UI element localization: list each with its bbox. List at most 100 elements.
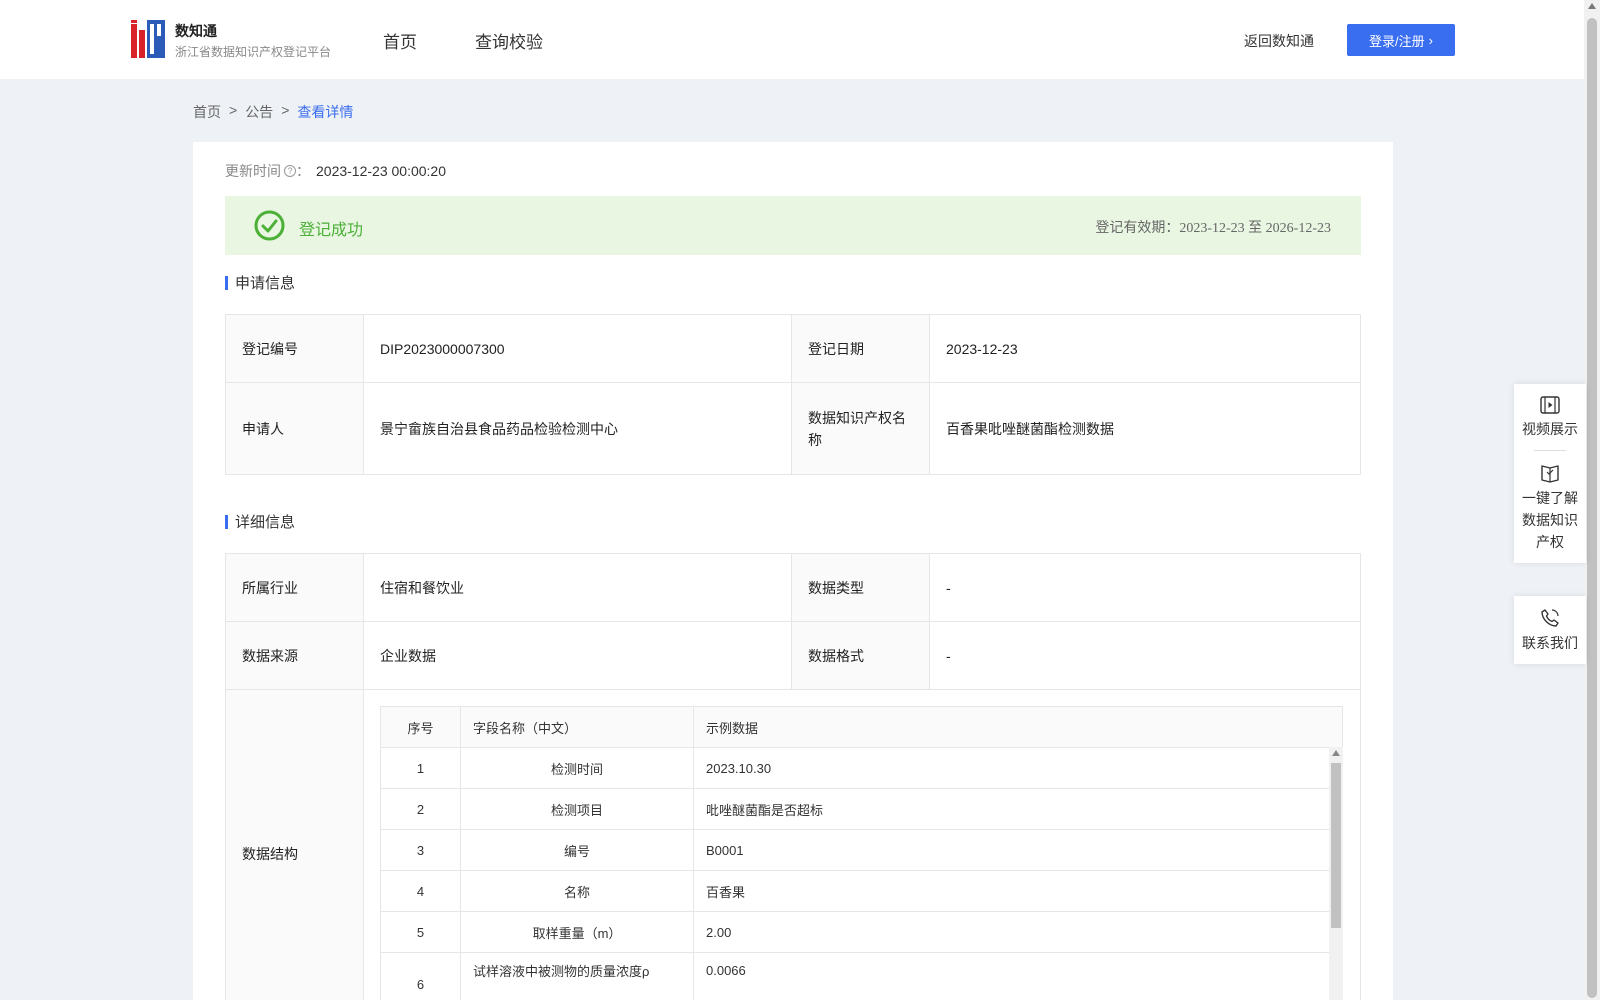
field-name: 检测时间 xyxy=(460,747,694,789)
structure-cell: 序号 字段名称（中文） 示例数据 1 检测时间 2023.10.30 2 检测项… xyxy=(363,689,1361,1000)
apply-info-title: 申请信息 xyxy=(225,272,295,293)
breadcrumb-home[interactable]: 首页 xyxy=(193,102,221,122)
nav-query-verify[interactable]: 查询校验 xyxy=(475,28,543,53)
floating-side-panel: 视频展示 一键了解数据知识产权 xyxy=(1514,384,1586,563)
breadcrumb-separator: > xyxy=(281,102,290,118)
validity-period: 登记有效期：2023-12-23 至 2026-12-23 xyxy=(1095,217,1331,237)
question-icon[interactable]: ? xyxy=(284,165,296,177)
cell-value: 住宿和餐饮业 xyxy=(363,553,792,622)
table-row: 1 检测时间 2023.10.30 xyxy=(380,747,1343,789)
learn-data-ip-label: 一键了解数据知识产权 xyxy=(1522,490,1578,550)
nav-home[interactable]: 首页 xyxy=(383,28,417,53)
row-index: 6 xyxy=(380,952,461,1000)
structure-table-wrap: 序号 字段名称（中文） 示例数据 1 检测时间 2023.10.30 2 检测项… xyxy=(380,706,1343,1000)
login-register-label: 登录/注册 xyxy=(1369,33,1425,49)
cell-value: 景宁畲族自治县食品药品检验检测中心 xyxy=(363,382,792,475)
field-name: 名称 xyxy=(460,870,694,912)
status-banner: 登记成功 登记有效期：2023-12-23 至 2026-12-23 xyxy=(225,196,1361,255)
book-icon xyxy=(1541,465,1559,483)
table-row: 4 名称 百香果 xyxy=(380,870,1343,912)
cell-value: - xyxy=(929,621,1361,690)
cell-label: 申请人 xyxy=(225,382,364,475)
table-row: 登记编号 DIP2023000007300 登记日期 2023-12-23 xyxy=(225,314,1361,383)
cell-value: 百香果吡唑醚菌酯检测数据 xyxy=(929,382,1361,475)
contact-us-label: 联系我们 xyxy=(1522,635,1578,651)
scroll-up-arrow-icon[interactable] xyxy=(1588,3,1596,9)
row-index: 4 xyxy=(380,870,461,912)
video-showcase-button[interactable]: 视频展示 xyxy=(1514,384,1586,450)
example-data: 0.0066 xyxy=(693,952,1343,1000)
update-time-label: 更新时间 xyxy=(225,163,281,179)
table-row: 2 检测项目 吡唑醚菌酯是否超标 xyxy=(380,788,1343,830)
structure-scrollbar-thumb[interactable] xyxy=(1331,763,1341,928)
column-header: 序号 xyxy=(380,706,461,748)
table-row: 5 取样重量（m） 2.00 xyxy=(380,911,1343,953)
cell-label: 数据来源 xyxy=(225,621,364,690)
cell-label: 登记日期 xyxy=(791,314,930,383)
table-row: 3 编号 B0001 xyxy=(380,829,1343,871)
row-index: 3 xyxy=(380,829,461,871)
logo-title: 数知通 xyxy=(175,23,217,39)
table-row: 数据结构 序号 字段名称（中文） 示例数据 1 检测时间 2023.10.30 xyxy=(225,689,1361,1000)
table-row: 数据来源 企业数据 数据格式 - xyxy=(225,621,1361,690)
video-showcase-label: 视频展示 xyxy=(1522,421,1578,437)
cell-label: 所属行业 xyxy=(225,553,364,622)
status-text: 登记成功 xyxy=(299,222,364,239)
breadcrumb-separator: > xyxy=(229,102,238,118)
login-register-button[interactable]: 登录/注册 › xyxy=(1347,24,1455,56)
row-index: 1 xyxy=(380,747,461,789)
structure-header-row: 序号 字段名称（中文） 示例数据 xyxy=(380,706,1343,748)
video-icon xyxy=(1540,396,1560,414)
cell-label: 数据结构 xyxy=(225,689,364,1000)
cell-label: 数据格式 xyxy=(791,621,930,690)
logo-subtitle: 浙江省数据知识产权登记平台 xyxy=(175,45,332,59)
structure-table-scrollbar[interactable] xyxy=(1329,747,1343,1000)
row-index: 2 xyxy=(380,788,461,830)
column-header: 字段名称（中文） xyxy=(460,706,694,748)
field-name: 编号 xyxy=(460,829,694,871)
example-data: 吡唑醚菌酯是否超标 xyxy=(693,788,1343,830)
detail-info-title: 详细信息 xyxy=(225,511,295,532)
chevron-right-icon: › xyxy=(1428,32,1433,48)
top-header: 数知通 浙江省数据知识产权登记平台 首页 查询校验 返回数知通 登录/注册 › xyxy=(0,0,1584,79)
phone-icon xyxy=(1541,609,1559,627)
column-header: 示例数据 xyxy=(693,706,1343,748)
page-scrollbar-thumb[interactable] xyxy=(1587,18,1597,998)
breadcrumb-current: 查看详情 xyxy=(297,104,354,120)
apply-info-table: 登记编号 DIP2023000007300 登记日期 2023-12-23 申请… xyxy=(225,314,1361,475)
detail-info-table: 所属行业 住宿和餐饮业 数据类型 - 数据来源 企业数据 数据格式 - 数据结构… xyxy=(225,553,1361,1000)
row-index: 5 xyxy=(380,911,461,953)
detail-card: 更新时间 ? ： 2023-12-23 00:00:20 登记成功 登记有效期：… xyxy=(193,142,1393,1000)
update-time-row: 更新时间 ? ： 2023-12-23 00:00:20 xyxy=(225,161,446,181)
field-name: 检测项目 xyxy=(460,788,694,830)
learn-data-ip-button[interactable]: 一键了解数据知识产权 xyxy=(1514,451,1586,563)
cell-label: 数据类型 xyxy=(791,553,930,622)
table-row: 所属行业 住宿和餐饮业 数据类型 - xyxy=(225,553,1361,622)
cell-value: 企业数据 xyxy=(363,621,792,690)
update-time-value: 2023-12-23 00:00:20 xyxy=(316,163,446,179)
validity-range: 2023-12-23 至 2026-12-23 xyxy=(1179,221,1331,236)
cell-value: 2023-12-23 xyxy=(929,314,1361,383)
cell-label: 数据知识产权名称 xyxy=(791,382,930,475)
table-row: 6 试样溶液中被测物的质量浓度ρ 0.0066 xyxy=(380,952,1343,1000)
example-data: 2.00 xyxy=(693,911,1343,953)
field-name: 取样重量（m） xyxy=(460,911,694,953)
cell-value: - xyxy=(929,553,1361,622)
example-data: B0001 xyxy=(693,829,1343,871)
example-data: 百香果 xyxy=(693,870,1343,912)
example-data: 2023.10.30 xyxy=(693,747,1343,789)
field-name: 试样溶液中被测物的质量浓度ρ xyxy=(460,952,694,1000)
logo-icon[interactable] xyxy=(131,20,165,58)
table-row: 申请人 景宁畲族自治县食品药品检验检测中心 数据知识产权名称 百香果吡唑醚菌酯检… xyxy=(225,382,1361,475)
update-time-colon: ： xyxy=(296,163,310,179)
back-to-shuzhitong-link[interactable]: 返回数知通 xyxy=(1244,31,1314,51)
cell-value: DIP2023000007300 xyxy=(363,314,792,383)
structure-table: 序号 字段名称（中文） 示例数据 1 检测时间 2023.10.30 2 检测项… xyxy=(380,706,1343,1000)
check-circle-icon xyxy=(254,210,285,241)
page-scrollbar[interactable] xyxy=(1584,0,1600,1000)
scroll-up-arrow-icon[interactable] xyxy=(1332,750,1340,756)
breadcrumb: 首页 > 公告 > 查看详情 xyxy=(193,102,353,122)
cell-label: 登记编号 xyxy=(225,314,364,383)
contact-us-button[interactable]: 联系我们 xyxy=(1514,596,1586,664)
breadcrumb-announcement[interactable]: 公告 xyxy=(245,102,273,122)
